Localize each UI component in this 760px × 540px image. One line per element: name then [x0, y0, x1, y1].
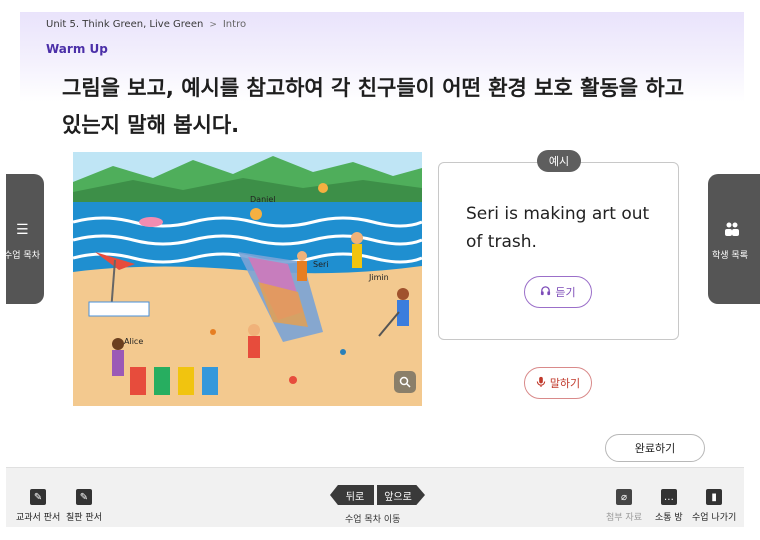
chat-room-label: 소통 방: [655, 513, 683, 523]
chat-room-button[interactable]: … 소통 방: [655, 489, 683, 523]
exit-lesson-label: 수업 나가기: [692, 513, 737, 523]
headphones-icon: [540, 285, 551, 299]
name-label-daniel: Daniel: [250, 195, 276, 204]
pen-edit-icon: ✎: [30, 489, 47, 505]
side-left-label: 수업 목차: [4, 251, 40, 261]
chat-icon: …: [660, 489, 677, 505]
listen-button[interactable]: 듣기: [524, 276, 592, 308]
nav-back-button[interactable]: 뒤로: [330, 485, 374, 505]
zoom-icon[interactable]: [394, 371, 416, 393]
example-tab: 예시: [537, 150, 581, 172]
name-label-alice: Alice: [124, 337, 143, 346]
exit-lesson-button[interactable]: ▮ 수업 나가기: [692, 489, 736, 523]
list-icon: ☰: [16, 222, 29, 238]
beach-illustration: Daniel Seri Jimin Alice: [73, 152, 422, 406]
name-label-seri: Seri: [313, 260, 329, 269]
people-icon: [724, 222, 740, 240]
microphone-icon: [536, 376, 546, 390]
textbook-annotate-label: 교과서 판서: [16, 513, 61, 523]
textbook-annotate-button[interactable]: ✎ 교과서 판서: [16, 489, 60, 523]
section-label: Warm Up: [46, 42, 108, 56]
listen-label: 듣기: [555, 286, 576, 299]
breadcrumb-separator: >: [209, 19, 217, 30]
done-button[interactable]: 완료하기: [605, 434, 705, 462]
lesson-toc-panel-toggle[interactable]: ☰ 수업 목차: [4, 174, 44, 304]
breadcrumb-current: Intro: [222, 19, 247, 30]
speak-label: 말하기: [549, 377, 581, 390]
nav-forward-button[interactable]: 앞으로: [377, 485, 425, 505]
side-right-label: 학생 목록: [712, 251, 748, 261]
breadcrumb-unit[interactable]: Unit 5. Think Green, Live Green: [46, 19, 203, 30]
paperclip-icon: ⌀: [615, 489, 632, 505]
lesson-page: Unit 5. Think Green, Live Green > Intro …: [0, 0, 760, 540]
board-annotate-button[interactable]: ✎ 칠판 판서: [66, 489, 102, 523]
board-annotate-label: 칠판 판서: [66, 513, 102, 523]
attachments-button[interactable]: ⌀ 첨부 자료: [606, 489, 642, 523]
speak-button[interactable]: 말하기: [524, 367, 592, 399]
nav-label: 수업 목차 이동: [345, 515, 401, 525]
instruction-text: 그림을 보고, 예시를 참고하여 각 친구들이 어떤 환경 보호 활동을 하고 …: [62, 76, 685, 137]
attachments-label: 첨부 자료: [606, 513, 642, 523]
student-list-panel-toggle[interactable]: 학생 목록: [708, 174, 760, 304]
exit-door-icon: ▮: [706, 489, 723, 505]
board-edit-icon: ✎: [75, 489, 92, 505]
example-sentence: Seri is making art out of trash.: [466, 204, 650, 252]
breadcrumb: Unit 5. Think Green, Live Green > Intro: [46, 19, 246, 30]
name-label-jimin: Jimin: [368, 273, 389, 282]
